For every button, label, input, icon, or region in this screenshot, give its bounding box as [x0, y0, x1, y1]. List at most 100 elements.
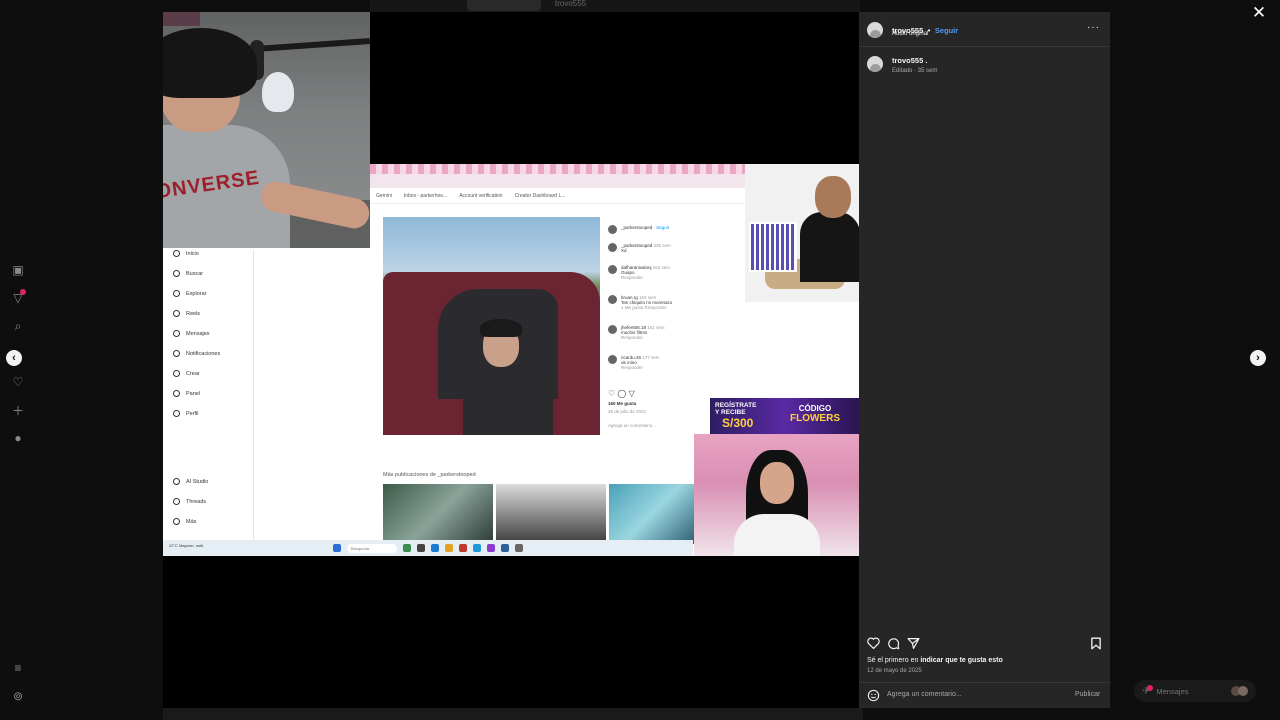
- bookmark-icon: [1091, 637, 1101, 649]
- profile-nav-icon[interactable]: ●: [8, 428, 28, 448]
- taskbar-app-icon: [473, 544, 481, 552]
- casino-ad-banner: REGÍSTRATE Y RECIBE S/300 CÓDIGO FLOWERS: [710, 398, 859, 434]
- ad-line2: Y RECIBE: [715, 409, 746, 416]
- guest-camera: [745, 164, 859, 302]
- comment-text: Xd: [621, 248, 627, 253]
- more-posts-label: Más publicaciones de _parkerstooped: [383, 472, 476, 478]
- ig-side-label: AI Studio: [186, 478, 209, 485]
- next-arrow-button[interactable]: ›: [1250, 350, 1266, 366]
- comment-header-follow: Seguir: [656, 225, 670, 230]
- ig-side-label: Panel: [186, 390, 201, 397]
- captured-add-comment: Agrega un comentario...: [608, 423, 657, 428]
- comment-time: 151 sem: [647, 325, 665, 330]
- messages-button[interactable]: ✈ Mensajes: [1134, 680, 1256, 702]
- caption-avatar[interactable]: [867, 56, 883, 72]
- comment-button[interactable]: [885, 635, 901, 651]
- caption-username[interactable]: trovo555 .: [892, 56, 927, 65]
- captured-comments: _parkerstooped · Seguir _parkerstooped 3…: [600, 217, 720, 435]
- emoji-icon: [867, 689, 879, 701]
- ad-amount: S/300: [722, 416, 754, 430]
- save-button[interactable]: [1088, 635, 1104, 651]
- post-info-panel: trovo555 • Seguir Audio original ··· tro…: [859, 12, 1110, 708]
- bookmark-item: Inbox - parkerhoo...: [403, 192, 448, 199]
- ad-line1: REGÍSTRATE: [715, 402, 757, 409]
- bookmark-item: Gemini: [376, 192, 392, 199]
- more-options-icon[interactable]: ···: [1087, 22, 1100, 33]
- ig-side-label: Inicio: [186, 250, 199, 257]
- comment-actions: ♡ ◯ ▽: [608, 389, 635, 398]
- comment-reply: Responder: [621, 275, 644, 280]
- comment-icon: [887, 637, 899, 649]
- likes-link[interactable]: indicar que te gusta esto: [920, 657, 1002, 664]
- menu-nav-icon[interactable]: ≡: [8, 658, 28, 678]
- comment-reply: 1 Me gusta Responder: [621, 305, 667, 310]
- send-icon: [906, 637, 920, 649]
- taskbar-app-icon: [501, 544, 509, 552]
- reels-nav-icon[interactable]: ▣: [8, 260, 28, 280]
- comment-header-user: _parkerstooped: [621, 225, 653, 230]
- like-button[interactable]: [865, 635, 881, 651]
- emoji-button[interactable]: [865, 687, 881, 703]
- taskbar-app-icon: [515, 544, 523, 552]
- background-tab: [467, 0, 541, 11]
- windows-taskbar: 22°C Mayorm. nubl. Búsqueda: [163, 540, 693, 556]
- messages-avatars: [1231, 686, 1248, 696]
- streamer-webcam: CONVERSE: [163, 12, 370, 248]
- windows-start-icon: [333, 544, 341, 552]
- close-icon: ✕: [1251, 3, 1267, 22]
- ig-side-label: Threads: [186, 498, 207, 505]
- panel-divider: [859, 682, 1110, 683]
- ig-side-label: Reels: [186, 310, 201, 317]
- captured-likes: 160 Me gusta: [608, 401, 637, 406]
- more-post-thumb: [383, 484, 493, 544]
- captured-post-date: 25 de julio de 2022: [608, 409, 647, 414]
- post-date: 12 de mayo de 2025: [867, 668, 922, 674]
- prev-arrow-button[interactable]: ‹: [6, 350, 22, 366]
- taskbar-app-icon: [403, 544, 411, 552]
- comment-reply: Responder: [621, 365, 644, 370]
- taskbar-app-icon: [487, 544, 495, 552]
- girl-camera: [694, 434, 859, 556]
- qr-code: [749, 222, 797, 272]
- heart-nav-icon[interactable]: ♡: [8, 372, 28, 392]
- audio-label[interactable]: Audio original: [892, 31, 928, 37]
- comment-time: 162 sem: [652, 265, 671, 270]
- taskbar-search: Búsqueda: [347, 543, 397, 553]
- ig-side-label: Explorar: [186, 290, 207, 297]
- messages-label: Mensajes: [1156, 686, 1189, 696]
- publish-button[interactable]: Publicar: [1075, 691, 1100, 698]
- chevron-right-icon: ›: [1256, 352, 1260, 364]
- chevron-left-icon: ‹: [12, 352, 16, 364]
- follow-button[interactable]: Seguir: [935, 26, 958, 35]
- share-button[interactable]: [905, 635, 921, 651]
- ad-code-label: CÓDIGO: [798, 404, 832, 413]
- author-avatar[interactable]: [867, 22, 883, 38]
- background-tab-label: trovo555: [555, 0, 587, 8]
- create-nav-icon[interactable]: ＋: [8, 400, 28, 420]
- search-nav-icon[interactable]: ⌕: [8, 316, 28, 336]
- more-post-thumb: [496, 484, 606, 544]
- comment-time: 336 sem: [653, 243, 671, 248]
- taskbar-app-icon: [417, 544, 425, 552]
- heart-icon: [866, 637, 880, 649]
- taskbar-app-icon: [431, 544, 439, 552]
- comment-input[interactable]: Agrega un comentario...: [887, 691, 962, 698]
- ig-side-label: Notificaciones: [186, 350, 221, 357]
- background-strip-bottom: [163, 708, 863, 720]
- ig-side-label: Buscar: [186, 270, 204, 277]
- reel-video[interactable]: Gemini Inbox - parkerhoo... Account veri…: [163, 12, 859, 708]
- taskbar-weather: 22°C Mayorm. nubl.: [169, 543, 205, 548]
- likes-summary: Sé el primero en indicar que te gusta es…: [867, 657, 1003, 664]
- captured-post-photo: [383, 217, 600, 435]
- taskbar-app-icon: [459, 544, 467, 552]
- notifications-nav-icon[interactable]: ▽: [8, 288, 28, 308]
- threads-nav-icon[interactable]: ⊚: [8, 686, 28, 706]
- ig-side-label: Más: [186, 518, 197, 525]
- browser-bookmarks: Gemini Inbox - parkerhoo... Account veri…: [370, 188, 745, 204]
- comment-time: 177 sem: [642, 355, 660, 360]
- ad-code: FLOWERS: [790, 413, 840, 424]
- ig-side-label: Crear: [186, 370, 200, 377]
- more-post-thumb: [609, 484, 695, 544]
- browser-tabbar: [370, 164, 745, 174]
- close-button[interactable]: ✕: [1250, 3, 1268, 22]
